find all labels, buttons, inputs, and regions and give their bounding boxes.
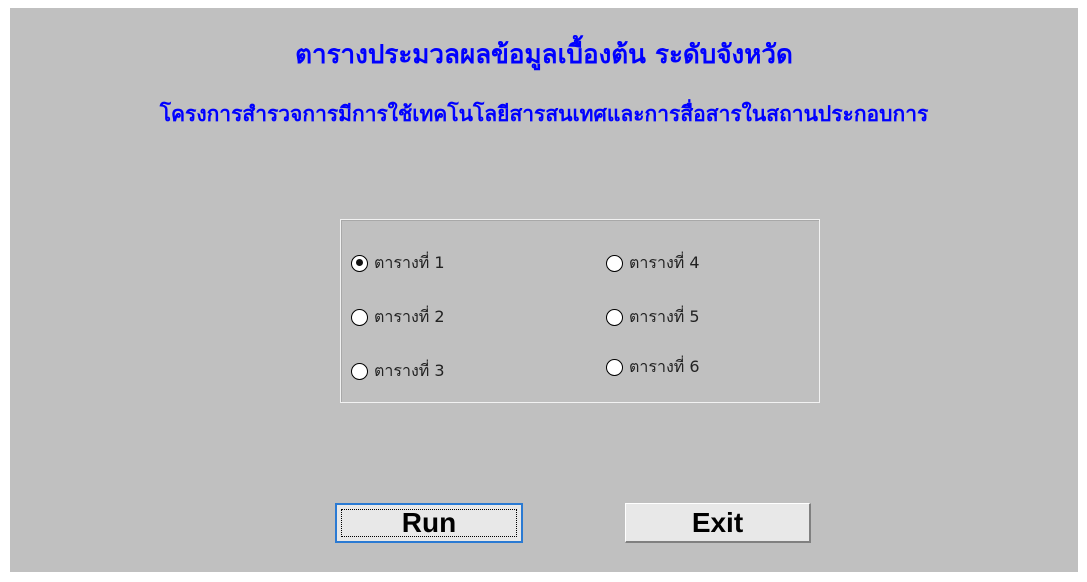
option-label: ตารางที่ 5 <box>629 306 700 326</box>
option-table-3[interactable]: ตารางที่ 3 <box>351 358 445 384</box>
page-title: ตารางประมวลผลข้อมูลเบื้องต้น ระดับจังหวั… <box>295 40 793 70</box>
option-label: ตารางที่ 4 <box>629 252 700 272</box>
run-button[interactable]: Run <box>335 503 523 543</box>
focus-rectangle <box>341 509 517 537</box>
radio-button-1[interactable] <box>351 254 368 272</box>
radio-button-4[interactable] <box>606 254 623 272</box>
radio-button-5[interactable] <box>606 308 623 326</box>
radio-button-3[interactable] <box>351 362 368 380</box>
exit-button-label: Exit <box>691 506 744 538</box>
option-label: ตารางที่ 1 <box>374 252 445 272</box>
option-table-4[interactable]: ตารางที่ 4 <box>606 250 700 276</box>
option-table-6[interactable]: ตารางที่ 6 <box>606 354 700 380</box>
option-label: ตารางที่ 2 <box>374 306 445 326</box>
radio-selected-dot <box>355 259 363 266</box>
radio-button-6[interactable] <box>606 358 623 376</box>
option-label: ตารางที่ 3 <box>374 360 445 380</box>
option-table-2[interactable]: ตารางที่ 2 <box>351 304 445 330</box>
option-table-5[interactable]: ตารางที่ 5 <box>606 304 700 330</box>
radio-button-2[interactable] <box>351 308 368 326</box>
option-label: ตารางที่ 6 <box>629 356 700 376</box>
option-table-1[interactable]: ตารางที่ 1 <box>351 250 445 276</box>
table-options-group: ตารางที่ 1 ตารางที่ 2 ตารางที่ 3 ตารางที… <box>340 219 820 403</box>
page-subtitle: โครงการสำรวจการมีการใช้เทคโนโลยีสารสนเทศ… <box>159 102 929 126</box>
exit-button[interactable]: Exit <box>625 503 811 543</box>
main-panel: ตารางประมวลผลข้อมูลเบื้องต้น ระดับจังหวั… <box>10 8 1078 572</box>
